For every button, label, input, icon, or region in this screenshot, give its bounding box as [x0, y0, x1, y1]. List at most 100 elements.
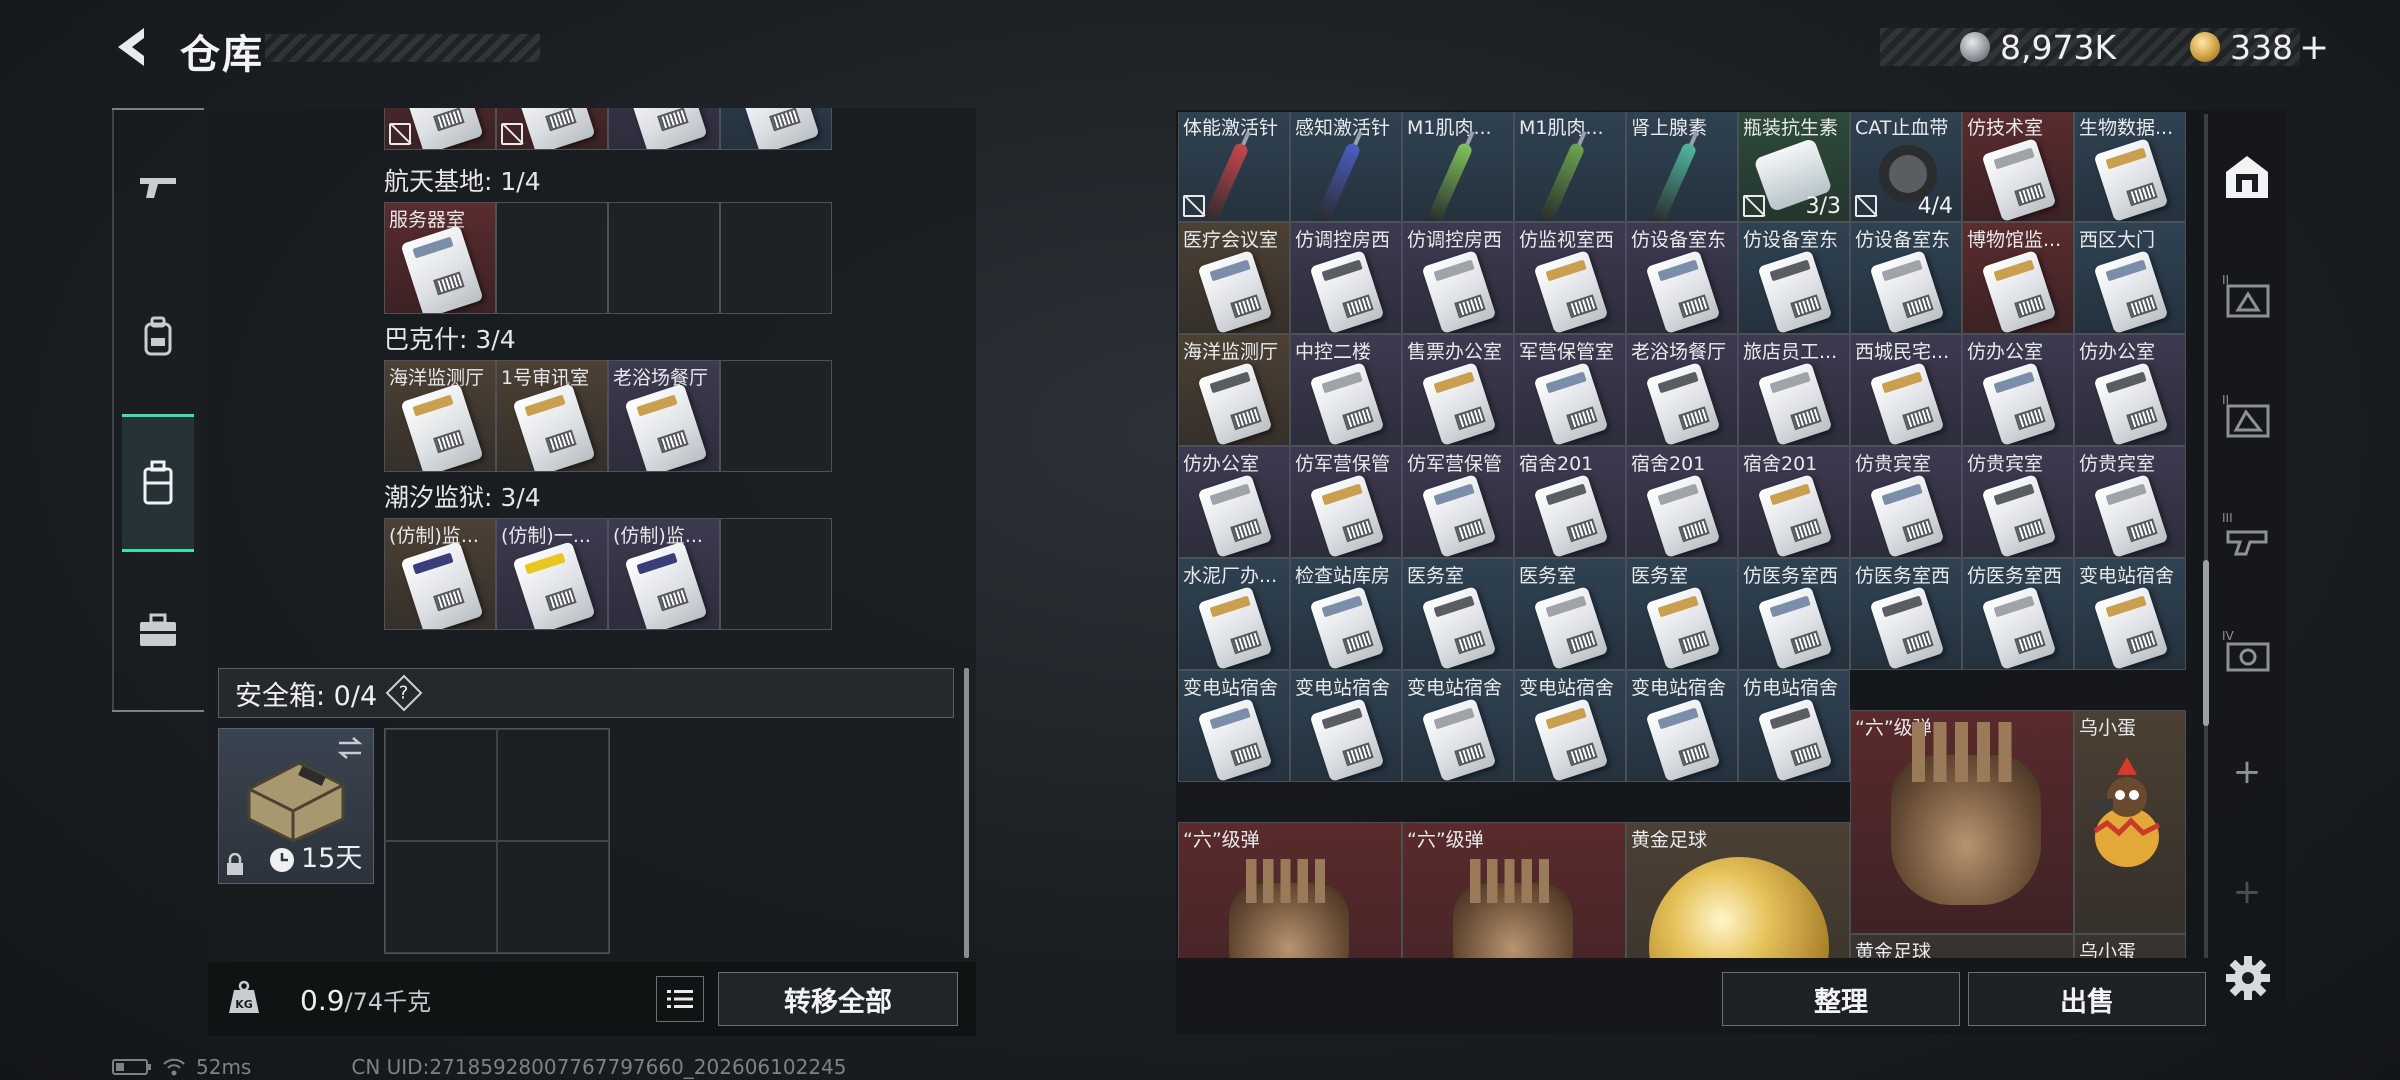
sell-button[interactable]: 出售	[1968, 972, 2206, 1026]
gear-icon[interactable]	[2222, 952, 2274, 1004]
empty-key-slot[interactable]	[720, 202, 832, 314]
stash-item[interactable]: 宿舍201	[1626, 446, 1738, 558]
gold-currency[interactable]: 338 +	[2190, 26, 2329, 68]
stash-item[interactable]: “六”级弹	[1178, 822, 1402, 958]
key-slot[interactable]	[384, 108, 496, 150]
add-gold-icon[interactable]: +	[2299, 27, 2329, 68]
stash-item[interactable]: “六”级弹	[1850, 710, 2074, 934]
tab-case-ii[interactable]: II	[2216, 266, 2278, 328]
key-slot[interactable]	[496, 108, 608, 150]
stash-item[interactable]: 仿设备室东	[1738, 222, 1850, 334]
silver-currency[interactable]: 8,973K	[1960, 26, 2116, 68]
stash-item[interactable]: 宿舍201	[1514, 446, 1626, 558]
safe-slot[interactable]	[497, 841, 609, 953]
stash-item[interactable]: 仿贵宾室	[2074, 446, 2186, 558]
list-view-button[interactable]	[656, 976, 704, 1022]
stash-item[interactable]: 海洋监测厅	[1178, 334, 1290, 446]
stash-item[interactable]: 仿办公室	[1178, 446, 1290, 558]
stash-item[interactable]: 仿办公室	[2074, 334, 2186, 446]
stash-item[interactable]: 医务室	[1514, 558, 1626, 670]
stash-item[interactable]: 宿舍201	[1738, 446, 1850, 558]
stash-item[interactable]: 博物馆监...	[1962, 222, 2074, 334]
stash-item[interactable]: 军营保管室	[1514, 334, 1626, 446]
stash-item[interactable]: 变电站宿舍	[1514, 670, 1626, 782]
stash-item[interactable]: 医务室	[1402, 558, 1514, 670]
stash-item[interactable]: 肾上腺素	[1626, 112, 1738, 222]
nav-toolbox[interactable]	[122, 594, 194, 666]
stash-item[interactable]: 医疗会议室	[1178, 222, 1290, 334]
tab-case-ii-b[interactable]: II	[2216, 386, 2278, 448]
stash-item[interactable]: 变电站宿舍	[1626, 670, 1738, 782]
key-slot[interactable]: (仿制)监...	[608, 518, 720, 630]
stash-item[interactable]: 仿医务室西	[1850, 558, 1962, 670]
stash-item[interactable]: 变电站宿舍	[2074, 558, 2186, 670]
stash-item[interactable]: 仿监视室西	[1514, 222, 1626, 334]
key-slot[interactable]: (仿制)一...	[496, 518, 608, 630]
stash-item[interactable]: 仿调控房西	[1402, 222, 1514, 334]
stash-scrollbar-thumb[interactable]	[2203, 560, 2209, 726]
nav-storage[interactable]	[122, 414, 194, 552]
safe-slot[interactable]	[385, 841, 497, 953]
sort-button[interactable]: 整理	[1722, 972, 1960, 1026]
nav-weapons[interactable]	[122, 152, 194, 224]
stash-item[interactable]: 变电站宿舍	[1402, 670, 1514, 782]
stash-item[interactable]: 感知激活针	[1290, 112, 1402, 222]
stash-item[interactable]: 仿医务室西	[1738, 558, 1850, 670]
transfer-all-button[interactable]: 转移全部	[718, 972, 958, 1026]
safe-slot[interactable]	[497, 729, 609, 841]
stash-item[interactable]: 乌小蛋	[2074, 710, 2186, 934]
empty-key-slot[interactable]	[720, 518, 832, 630]
empty-key-slot[interactable]	[496, 202, 608, 314]
key-slot[interactable]: 1号审讯室	[496, 360, 608, 472]
stash-item[interactable]: 医务室	[1626, 558, 1738, 670]
stash-item[interactable]: M1肌肉...	[1402, 112, 1514, 222]
nav-backpack[interactable]	[122, 300, 194, 372]
stash-item[interactable]: 旅店员工...	[1738, 334, 1850, 446]
stash-item[interactable]: 体能激活针	[1178, 112, 1290, 222]
stash-item[interactable]: 仿医务室西	[1962, 558, 2074, 670]
stash-item[interactable]: 西城民宅...	[1850, 334, 1962, 446]
tab-case-iii[interactable]: III	[2216, 504, 2278, 566]
stash-item[interactable]: 仿办公室	[1962, 334, 2074, 446]
tab-case-iv[interactable]: IV	[2216, 622, 2278, 684]
stash-item[interactable]: 仿电站宿舍	[1738, 670, 1850, 782]
key-slot[interactable]	[720, 108, 832, 150]
back-arrow-icon[interactable]	[110, 24, 156, 70]
safe-box-grid[interactable]	[384, 728, 610, 954]
stash-item[interactable]: CAT止血带 4/4	[1850, 112, 1962, 222]
stash-item[interactable]: 黄金足球	[1850, 934, 2074, 958]
key-slot[interactable]: (仿制)监...	[384, 518, 496, 630]
stash-item[interactable]: 仿调控房西	[1290, 222, 1402, 334]
help-icon[interactable]: ?	[385, 674, 423, 712]
empty-key-slot[interactable]	[720, 360, 832, 472]
stash-item[interactable]: 乌小蛋	[2074, 934, 2186, 958]
stash-item[interactable]: 仿设备室东	[1850, 222, 1962, 334]
stash-item[interactable]: 售票办公室	[1402, 334, 1514, 446]
stash-item[interactable]: 老浴场餐厅	[1626, 334, 1738, 446]
key-slot[interactable]: 老浴场餐厅	[608, 360, 720, 472]
stash-item[interactable]: 仿技术室	[1962, 112, 2074, 222]
stash-item[interactable]: 瓶装抗生素 3/3	[1738, 112, 1850, 222]
key-slot[interactable]	[608, 108, 720, 150]
stash-item[interactable]: M1肌肉...	[1514, 112, 1626, 222]
stash-item[interactable]: 中控二楼	[1290, 334, 1402, 446]
stash-item[interactable]: 西区大门	[2074, 222, 2186, 334]
stash-item[interactable]: 仿设备室东	[1626, 222, 1738, 334]
stash-item[interactable]: 检查站库房	[1290, 558, 1402, 670]
stash-item[interactable]: 仿贵宾室	[1850, 446, 1962, 558]
stash-item[interactable]: 黄金足球	[1626, 822, 1850, 958]
stash-item[interactable]: 生物数据...	[2074, 112, 2186, 222]
tab-vault[interactable]	[2216, 146, 2278, 208]
add-tab-icon[interactable]: +	[2232, 752, 2262, 792]
safe-slot[interactable]	[385, 729, 497, 841]
stash-item[interactable]: “六”级弹	[1402, 822, 1626, 958]
stash-scrollbar-track[interactable]	[2204, 114, 2208, 958]
stash-item[interactable]: 仿军营保管	[1402, 446, 1514, 558]
stash-item[interactable]: 水泥厂办...	[1178, 558, 1290, 670]
safe-box-item[interactable]: 15天	[218, 728, 374, 884]
stash-item[interactable]: 变电站宿舍	[1290, 670, 1402, 782]
stash-item[interactable]: 仿贵宾室	[1962, 446, 2074, 558]
stash-item[interactable]: 仿军营保管	[1290, 446, 1402, 558]
left-scrollbar[interactable]	[964, 668, 969, 958]
empty-key-slot[interactable]	[608, 202, 720, 314]
